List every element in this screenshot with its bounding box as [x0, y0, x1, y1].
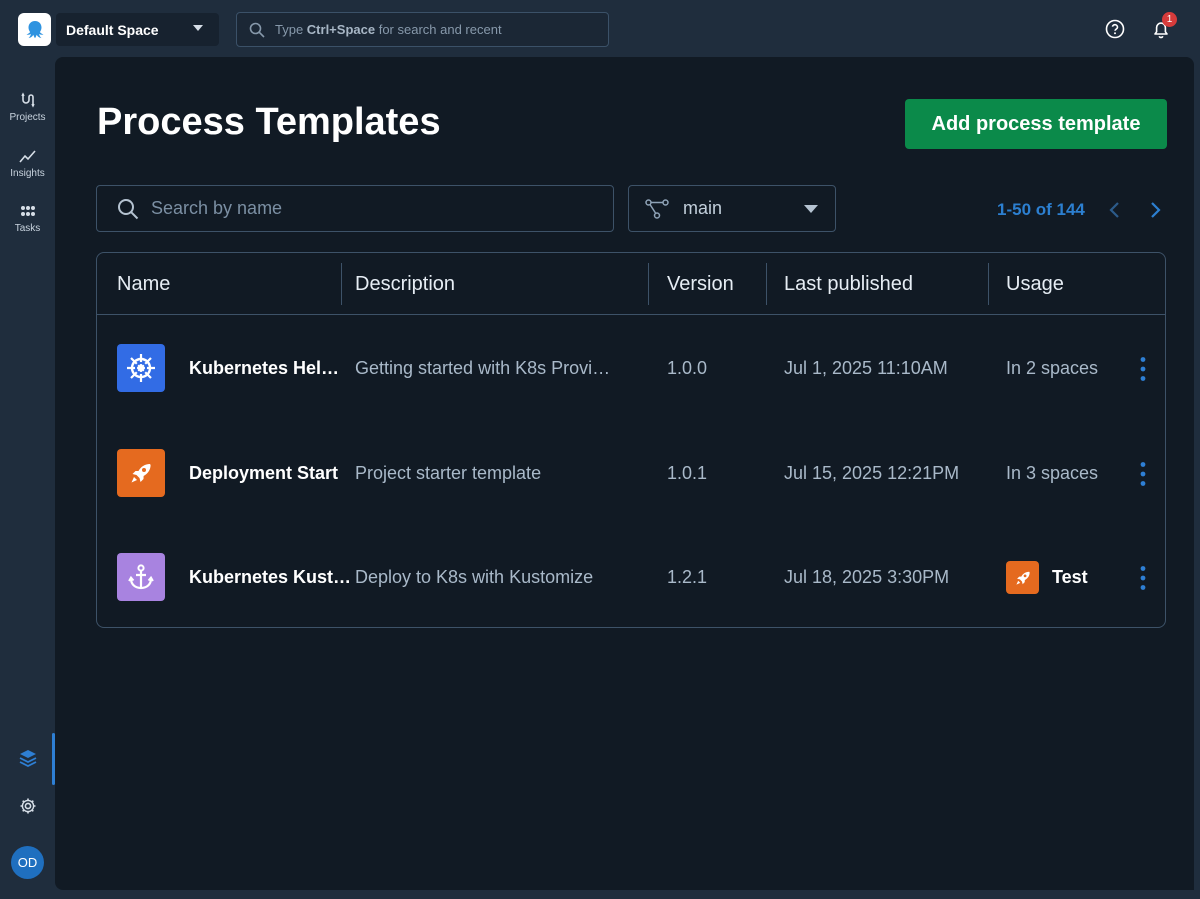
help-icon[interactable] [1104, 18, 1126, 40]
template-version: 1.0.0 [667, 358, 708, 378]
column-header-name[interactable]: Name [117, 253, 170, 315]
page-title: Process Templates [97, 101, 441, 143]
column-header-usage[interactable]: Usage [1006, 253, 1064, 315]
search-icon [249, 22, 265, 38]
chevron-left-icon[interactable] [1108, 201, 1120, 219]
nav-item-library[interactable] [0, 748, 55, 768]
templates-table: Name Description Version Last published … [96, 252, 1166, 628]
caret-down-icon [193, 25, 203, 31]
add-process-template-button[interactable]: Add process template [905, 99, 1167, 149]
table-row[interactable]: Kubernetes Kust… Deploy to K8s with Kust… [97, 525, 1165, 627]
table-row[interactable]: Deployment Start Project starter templat… [97, 421, 1165, 526]
template-name[interactable]: Kubernetes Hel… [189, 316, 343, 421]
nav-label-tasks: Tasks [14, 223, 41, 234]
kebab-menu-icon[interactable] [1137, 565, 1149, 591]
git-branch-icon [645, 198, 669, 219]
column-header-version[interactable]: Version [667, 253, 734, 315]
space-selector[interactable]: Default Space [56, 13, 219, 46]
layers-icon [19, 750, 36, 768]
column-divider [341, 263, 342, 305]
notification-badge: 1 [1162, 12, 1177, 27]
nav-label-insights: Insights [10, 168, 45, 179]
column-header-description[interactable]: Description [355, 253, 455, 315]
template-description: Project starter template [355, 463, 542, 483]
search-by-name-field[interactable] [96, 185, 614, 232]
template-name[interactable]: Kubernetes Kust… [189, 525, 349, 627]
column-header-last-published[interactable]: Last published [784, 253, 913, 315]
column-divider [648, 263, 649, 305]
side-nav: Projects Insights Tasks OD [0, 56, 55, 899]
branch-selector[interactable]: main [628, 185, 836, 232]
kebab-menu-icon[interactable] [1137, 356, 1149, 382]
gear-icon [20, 798, 35, 814]
top-bar: Default Space Type Ctrl+Space for search… [0, 0, 1200, 56]
usage-project-link[interactable]: Test [1006, 561, 1088, 594]
search-input[interactable] [151, 198, 571, 219]
template-usage: In 3 spaces [1006, 463, 1099, 483]
table-row[interactable]: Kubernetes Hel… Getting started with K8s… [97, 316, 1165, 421]
user-avatar[interactable]: OD [0, 846, 55, 879]
global-search-placeholder: Type Ctrl+Space for search and recent [275, 22, 502, 37]
nav-label-projects: Projects [9, 112, 46, 123]
nav-item-tasks[interactable]: Tasks [0, 203, 55, 253]
chevron-right-icon[interactable] [1150, 201, 1162, 219]
anchor-icon [117, 553, 165, 601]
template-usage: In 2 spaces [1006, 358, 1099, 378]
rocket-icon [1006, 561, 1039, 594]
pagination-summary: 1-50 of 144 [997, 200, 1085, 219]
nav-item-settings[interactable] [0, 797, 55, 815]
table-header: Name Description Version Last published … [97, 253, 1165, 315]
template-description: Getting started with K8s Provi… [355, 358, 611, 378]
template-description: Deploy to K8s with Kustomize [355, 567, 594, 587]
template-version: 1.0.1 [667, 463, 708, 483]
space-name: Default Space [66, 21, 159, 38]
nav-item-projects[interactable]: Projects [0, 92, 55, 142]
template-last-published: Jul 18, 2025 3:30PM [784, 567, 950, 587]
template-last-published: Jul 15, 2025 12:21PM [784, 463, 960, 483]
template-name[interactable]: Deployment Start [189, 421, 349, 526]
branch-name: main [683, 198, 723, 218]
caret-down-icon [804, 205, 818, 213]
usage-project-name: Test [1052, 567, 1088, 587]
column-divider [988, 263, 989, 305]
helm-wheel-icon [117, 344, 165, 392]
nav-item-insights[interactable]: Insights [0, 148, 55, 198]
insights-icon [18, 150, 36, 163]
template-last-published: Jul 1, 2025 11:10AM [784, 358, 948, 378]
search-icon [118, 198, 139, 219]
avatar: OD [11, 846, 44, 879]
main-panel: Process Templates Add process template m… [55, 57, 1194, 890]
tasks-icon [20, 206, 35, 216]
kebab-menu-icon[interactable] [1137, 461, 1149, 487]
rocket-icon [117, 449, 165, 497]
column-divider [766, 263, 767, 305]
template-version: 1.2.1 [667, 567, 708, 587]
global-search-input[interactable]: Type Ctrl+Space for search and recent [236, 12, 609, 47]
template-usage: Test [1006, 525, 1088, 627]
octopus-logo-icon[interactable] [18, 13, 51, 46]
projects-icon [20, 92, 35, 108]
